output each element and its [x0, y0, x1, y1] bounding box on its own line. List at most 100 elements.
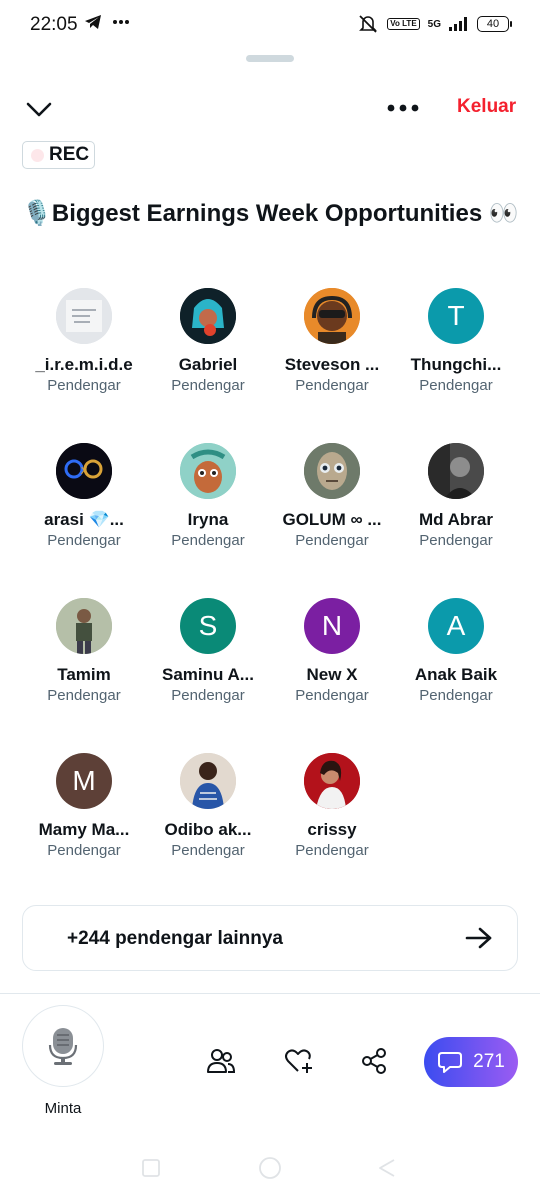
divider — [0, 993, 540, 994]
avatar — [56, 598, 112, 654]
listener-item[interactable]: A Anak Baik Pendengar — [394, 598, 518, 704]
avatar-letter: T — [447, 300, 465, 331]
avatar — [180, 443, 236, 499]
listener-name: Odibo ak... — [164, 820, 252, 839]
recent-apps-icon[interactable] — [141, 1158, 161, 1178]
heart-add-icon[interactable] — [284, 1047, 314, 1075]
listener-role: Pendengar — [419, 687, 493, 704]
listener-item[interactable]: Md Abrar Pendengar — [394, 443, 518, 549]
listener-role: Pendengar — [419, 377, 493, 394]
listener-item[interactable]: Gabriel Pendengar — [146, 288, 270, 394]
listener-item[interactable]: S Saminu A... Pendengar — [146, 598, 270, 704]
avatar: T — [428, 288, 484, 344]
listener-name: Saminu A... — [162, 665, 254, 684]
listener-role: Pendengar — [47, 842, 121, 859]
listener-item[interactable]: GOLUM ∞ ... Pendengar — [270, 443, 394, 549]
listener-role: Pendengar — [171, 842, 245, 859]
comment-count: 271 — [473, 1051, 505, 1072]
space-title: 🎙️Biggest Earnings Week Opportunities 👀 — [22, 200, 519, 227]
listener-item[interactable]: _i.r.e.m.i.d.e Pendengar — [22, 288, 146, 394]
avatar-letter: N — [321, 610, 343, 641]
avatar: M — [56, 753, 112, 809]
avatar — [180, 288, 236, 344]
record-dot-icon — [31, 148, 44, 162]
listener-name: Thungchi... — [410, 355, 502, 374]
listener-item[interactable]: Tamim Pendengar — [22, 598, 146, 704]
listener-name: New X — [306, 665, 358, 684]
listener-role: Pendengar — [419, 532, 493, 549]
battery-level: 40 — [477, 16, 509, 32]
listener-role: Pendengar — [295, 842, 369, 859]
signal-icon — [449, 17, 467, 31]
listener-item[interactable]: N New X Pendengar — [270, 598, 394, 704]
listener-name: Iryna — [187, 510, 229, 529]
avatar: S — [180, 598, 236, 654]
avatar-letter: A — [446, 610, 466, 641]
listener-item[interactable]: X arasi 💎... Pendengar — [22, 443, 146, 549]
listener-role: Pendengar — [47, 377, 121, 394]
listener-role: Pendengar — [171, 687, 245, 704]
avatar — [304, 443, 360, 499]
avatar — [428, 443, 484, 499]
avatar — [304, 753, 360, 809]
more-notifications-icon — [113, 20, 129, 24]
avatar-letter: S — [198, 610, 218, 641]
arrow-right-icon — [465, 927, 492, 949]
listener-item[interactable]: M Mamy Ma... Pendengar — [22, 753, 146, 859]
recording-label: REC — [49, 144, 90, 165]
listener-role: Pendengar — [295, 687, 369, 704]
more-listeners-button[interactable]: +244 pendengar lainnya — [22, 905, 518, 971]
avatar-letter: M — [72, 765, 96, 796]
avatar: A — [428, 598, 484, 654]
listener-role: Pendengar — [295, 532, 369, 549]
listener-role: Pendengar — [47, 687, 121, 704]
listener-role: Pendengar — [295, 377, 369, 394]
avatar — [304, 288, 360, 344]
mute-bell-icon — [359, 15, 378, 33]
listener-item[interactable]: crissy Pendengar — [270, 753, 394, 859]
chevron-down-icon[interactable] — [24, 94, 54, 124]
sheet-grabber-handle[interactable] — [246, 55, 294, 62]
avatar: N — [304, 598, 360, 654]
listener-item[interactable]: Iryna Pendengar — [146, 443, 270, 549]
listener-name: Steveson ... — [284, 355, 380, 374]
listener-name: Tamim — [57, 665, 111, 684]
home-icon[interactable] — [258, 1156, 282, 1180]
status-bar: 22:05 Vo LTE 5G 40 — [0, 0, 540, 52]
microphone-icon — [48, 1028, 78, 1065]
listener-role: Pendengar — [171, 377, 245, 394]
request-mic-button[interactable] — [22, 1005, 104, 1087]
system-nav-bar — [0, 1148, 540, 1188]
avatar: X — [56, 443, 112, 499]
recording-badge: REC — [22, 141, 95, 169]
listener-name: Gabriel — [178, 355, 238, 374]
status-time: 22:05 — [30, 14, 78, 35]
listener-name: Mamy Ma... — [38, 820, 130, 839]
telegram-icon — [85, 15, 101, 29]
exit-button[interactable]: Keluar — [457, 96, 516, 118]
request-label: Minta — [44, 1100, 82, 1117]
listener-item[interactable]: Odibo ak... Pendengar — [146, 753, 270, 859]
more-listeners-label: +244 pendengar lainnya — [67, 928, 283, 949]
listener-item[interactable]: T Thungchi... Pendengar — [394, 288, 518, 394]
comment-bubble-icon — [438, 1052, 463, 1073]
battery-icon: 40 — [477, 16, 512, 32]
network-type: 5G — [427, 18, 441, 30]
listener-name: Md Abrar — [419, 510, 493, 529]
listener-role: Pendengar — [47, 532, 121, 549]
listener-name: arasi 💎... — [44, 510, 124, 529]
listener-item[interactable]: Steveson ... Pendengar — [270, 288, 394, 394]
listener-name: GOLUM ∞ ... — [282, 510, 382, 529]
comments-button[interactable]: 271 — [424, 1037, 518, 1087]
share-icon[interactable] — [360, 1047, 390, 1075]
listener-name: crissy — [307, 820, 357, 839]
listener-name: Anak Baik — [414, 665, 498, 684]
more-options-icon[interactable] — [384, 96, 422, 120]
listener-name: _i.r.e.m.i.d.e — [35, 355, 133, 374]
avatar — [56, 288, 112, 344]
svg-text:X: X — [81, 466, 88, 477]
people-icon[interactable] — [206, 1047, 236, 1075]
avatar — [180, 753, 236, 809]
back-icon[interactable] — [377, 1158, 397, 1178]
volte-icon: Vo LTE — [387, 18, 420, 30]
